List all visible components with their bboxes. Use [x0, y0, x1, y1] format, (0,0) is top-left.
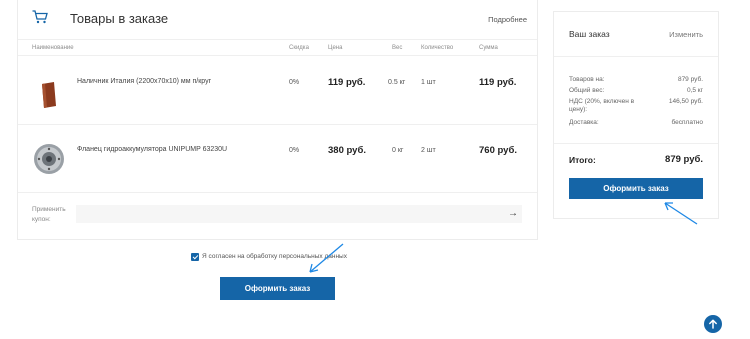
cart-panel: Товары в заказе Подробнее Наименование С…	[17, 0, 538, 240]
cart-header: Товары в заказе Подробнее	[32, 8, 527, 30]
total-value: 879 руб.	[665, 154, 703, 165]
change-order-link[interactable]: Изменить	[669, 30, 703, 39]
consent-label[interactable]: Я согласен на обработку персональных дан…	[202, 253, 347, 260]
delivery-label: Доставка:	[569, 119, 599, 126]
column-header-name: Наименование	[32, 45, 74, 51]
item-price: 119 руб.	[328, 77, 366, 88]
item-weight: 0 кг	[392, 147, 404, 154]
divider	[18, 192, 537, 193]
vat-label: НДС (20%, включен в цену):	[569, 98, 635, 113]
coupon-input[interactable]	[76, 205, 522, 223]
coupon-apply-icon[interactable]: →	[508, 208, 518, 219]
arrow-up-icon	[709, 319, 717, 329]
delivery-value: бесплатно	[671, 119, 703, 126]
order-summary-panel: Ваш заказ Изменить Товаров на: 879 руб. …	[553, 11, 719, 219]
scroll-to-top-button[interactable]	[704, 315, 722, 333]
goods-total-label: Товаров на:	[569, 76, 605, 83]
checkout-button[interactable]: Оформить заказ	[220, 277, 335, 300]
divider	[554, 143, 718, 144]
table-row: Наличник Италия (2200x70x10) мм п/круг 0…	[18, 56, 537, 124]
column-header-quantity: Количество	[421, 45, 454, 51]
product-image	[34, 144, 64, 174]
product-name[interactable]: Наличник Италия (2200x70x10) мм п/круг	[77, 78, 211, 85]
column-header-discount: Скидка	[289, 45, 309, 51]
cart-icon	[32, 10, 48, 24]
vat-value: 146,50 руб.	[668, 98, 703, 105]
total-weight-label: Общий вес:	[569, 87, 605, 94]
order-title: Ваш заказ	[569, 29, 610, 39]
table-row: Фланец гидроаккумулятора UNIPUMP 63230U …	[18, 125, 537, 193]
total-label: Итого:	[569, 155, 596, 165]
checkout-side-button[interactable]: Оформить заказ	[569, 178, 703, 199]
item-quantity[interactable]: 2 шт	[421, 147, 436, 154]
column-header-price: Цена	[328, 45, 343, 51]
divider	[554, 56, 718, 57]
coupon-label: Применить купон:	[32, 206, 66, 223]
annotation-arrowhead	[309, 263, 319, 273]
item-discount: 0%	[289, 79, 300, 86]
column-header-weight: Вес	[392, 45, 403, 51]
product-name[interactable]: Фланец гидроаккумулятора UNIPUMP 63230U	[77, 146, 227, 153]
item-price: 380 руб.	[328, 145, 366, 156]
item-discount: 0%	[289, 147, 300, 154]
divider	[18, 39, 537, 40]
item-weight: 0.5 кг	[388, 79, 406, 86]
total-weight-value: 0,5 кг	[686, 87, 703, 94]
goods-total-value: 879 руб.	[677, 76, 703, 83]
consent-checkbox[interactable]	[191, 253, 199, 261]
cart-title: Товары в заказе	[70, 11, 169, 26]
column-header-sum: Сумма	[479, 45, 498, 51]
item-quantity[interactable]: 1 шт	[421, 79, 436, 86]
details-link[interactable]: Подробнее	[488, 15, 527, 24]
item-sum: 119 руб.	[479, 77, 517, 88]
product-image	[42, 82, 56, 108]
item-sum: 760 руб.	[479, 145, 517, 156]
